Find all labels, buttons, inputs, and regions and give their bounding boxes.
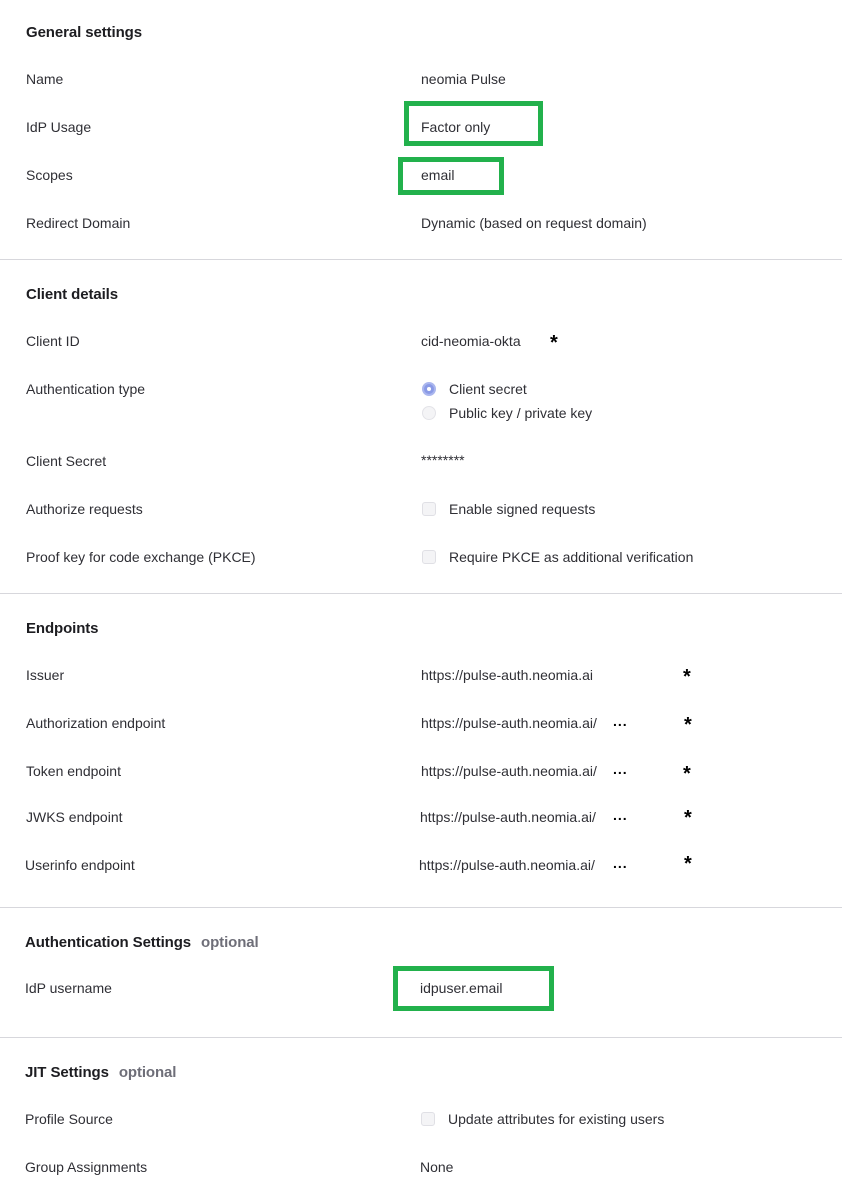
group-assignments-label: Group Assignments [25,1159,148,1175]
userinfo-endpoint-value: https://pulse-auth.neomia.ai/ [419,857,595,873]
section-title-endpoints: Endpoints [26,620,99,637]
asterisk-mark: * [550,332,558,354]
group-assignments-value: None [420,1159,454,1175]
section-title-client: Client details [26,286,118,303]
idp-username-label: IdP username [25,980,112,996]
asterisk-mark: * [684,714,692,736]
asterisk-mark: * [684,807,692,829]
name-value: neomia Pulse [421,71,506,87]
name-label: Name [26,71,64,87]
checkbox-update-attributes-label[interactable]: Update attributes for existing users [448,1111,664,1127]
section-title-jit: JIT Settings optional [25,1064,176,1081]
auth-type-label: Authentication type [26,381,146,397]
issuer-value: https://pulse-auth.neomia.ai [421,667,593,683]
section-divider [0,593,842,594]
ellipsis-mark: ... [613,713,628,729]
jwks-endpoint-label: JWKS endpoint [26,809,123,825]
client-secret-label: Client Secret [26,453,107,469]
client-id-value: cid-neomia-okta [421,333,521,349]
client-id-label: Client ID [26,333,80,349]
radio-client-secret[interactable] [422,382,436,396]
token-endpoint-value: https://pulse-auth.neomia.ai/ [421,763,597,779]
optional-tag: optional [118,1064,177,1081]
redirect-domain-label: Redirect Domain [26,215,131,231]
section-divider [0,907,842,908]
radio-public-key-label[interactable]: Public key / private key [449,405,592,421]
optional-tag: optional [201,934,259,951]
authorization-endpoint-value: https://pulse-auth.neomia.ai/ [421,715,597,731]
authorization-endpoint-label: Authorization endpoint [26,715,166,731]
radio-public-key[interactable] [422,406,436,420]
idp-usage-label: IdP Usage [26,119,92,135]
authorize-requests-label: Authorize requests [26,501,143,517]
token-endpoint-label: Token endpoint [26,763,121,779]
checkbox-update-attributes[interactable] [421,1112,435,1126]
redirect-domain-value: Dynamic (based on request domain) [421,215,647,231]
section-divider [0,259,842,260]
checkbox-signed-requests-label[interactable]: Enable signed requests [449,501,595,517]
jwks-endpoint-value: https://pulse-auth.neomia.ai/ [420,809,596,825]
section-title-text: JIT Settings [25,1064,109,1081]
client-secret-value: ******** [421,452,465,468]
scopes-value: email [421,167,455,183]
section-title-general: General settings [26,24,142,41]
ellipsis-mark: ... [613,855,628,871]
asterisk-mark: * [683,763,691,785]
asterisk-mark: * [683,666,691,688]
checkbox-pkce-label[interactable]: Require PKCE as additional verification [449,549,693,565]
section-title-text: Authentication Settings [25,934,192,951]
section-divider [0,1037,842,1038]
section-title-auth-settings: Authentication Settings optional [25,934,259,951]
radio-client-secret-label[interactable]: Client secret [449,381,527,397]
ellipsis-mark: ... [613,807,628,823]
ellipsis-mark: ... [613,761,628,777]
profile-source-label: Profile Source [25,1111,113,1127]
scopes-label: Scopes [26,167,73,183]
idp-username-value: idpuser.email [420,980,503,996]
issuer-label: Issuer [26,667,65,683]
asterisk-mark: * [684,853,692,875]
checkbox-signed-requests[interactable] [422,502,436,516]
idp-usage-value: Factor only [421,119,491,135]
userinfo-endpoint-label: Userinfo endpoint [25,857,135,873]
checkbox-pkce[interactable] [422,550,436,564]
pkce-label: Proof key for code exchange (PKCE) [26,549,256,565]
